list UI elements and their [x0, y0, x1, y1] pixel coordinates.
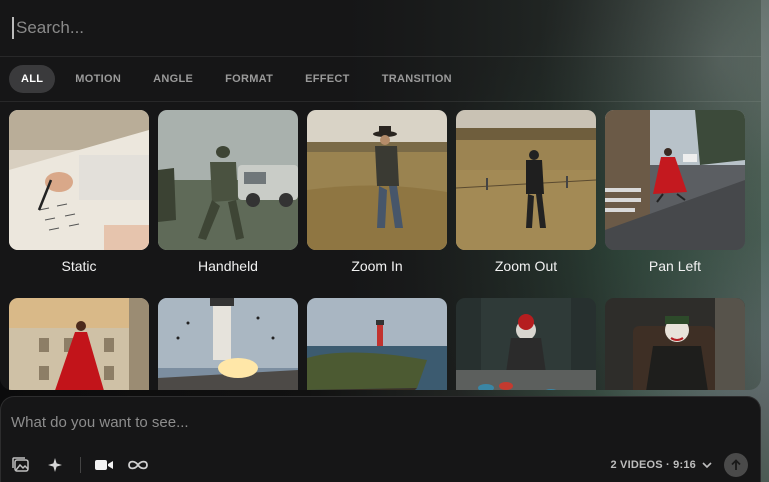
preset-card-handheld[interactable]: Handheld	[158, 110, 298, 274]
preset-thumbnail	[605, 110, 745, 250]
tab-transition[interactable]: TRANSITION	[370, 65, 464, 93]
preset-thumbnail	[456, 298, 596, 390]
tab-all[interactable]: ALL	[9, 65, 56, 93]
tab-format[interactable]: FORMAT	[213, 65, 285, 93]
tab-motion[interactable]: MOTION	[63, 65, 133, 93]
search-bar	[0, 0, 761, 57]
preset-card-pan-left[interactable]: Pan Left	[605, 110, 745, 274]
preset-card-row2-1[interactable]	[9, 298, 149, 390]
composer-actions: 2 VIDEOS · 9:16	[610, 453, 748, 477]
preset-label: Zoom Out	[494, 258, 558, 274]
preset-thumbnail	[9, 110, 149, 250]
preset-card-zoom-out[interactable]: Zoom Out	[456, 110, 596, 274]
generation-settings-dropdown[interactable]: 2 VIDEOS · 9:16	[610, 459, 712, 471]
preset-label: Handheld	[198, 258, 258, 274]
preset-label: Pan Left	[648, 258, 702, 274]
sparkle-icon[interactable]	[44, 454, 66, 476]
preset-card-row2-5[interactable]	[605, 298, 745, 390]
preset-card-row2-3[interactable]	[307, 298, 447, 390]
composer-toolbar	[10, 454, 161, 476]
search-input[interactable]	[12, 17, 618, 39]
prompt-composer: 2 VIDEOS · 9:16	[0, 396, 761, 482]
preset-thumbnail	[158, 110, 298, 250]
image-upload-icon[interactable]	[10, 454, 32, 476]
preset-thumbnail	[9, 298, 149, 390]
tab-angle[interactable]: ANGLE	[141, 65, 205, 93]
preset-label: Static	[61, 258, 97, 274]
chevron-down-icon	[702, 461, 712, 468]
preset-thumbnail	[605, 298, 745, 390]
generation-settings-label: 2 VIDEOS · 9:16	[610, 459, 696, 471]
preset-card-row2-4[interactable]	[456, 298, 596, 390]
preset-thumbnail	[307, 298, 447, 390]
preset-thumbnail	[456, 110, 596, 250]
send-button[interactable]	[724, 453, 748, 477]
preset-card-row2-2[interactable]	[158, 298, 298, 390]
preset-thumbnail	[158, 298, 298, 390]
infinity-loop-icon[interactable]	[127, 454, 149, 476]
preset-card-zoom-in[interactable]: Zoom In	[307, 110, 447, 274]
preset-browser-panel: ALL MOTION ANGLE FORMAT EFFECT TRANSITIO…	[0, 0, 761, 390]
arrow-up-icon	[731, 459, 741, 470]
category-tabs: ALL MOTION ANGLE FORMAT EFFECT TRANSITIO…	[0, 57, 761, 102]
video-camera-icon[interactable]	[93, 454, 115, 476]
preset-label: Zoom In	[351, 258, 403, 274]
prompt-input[interactable]	[9, 413, 713, 432]
toolbar-divider	[80, 457, 81, 473]
preset-card-static[interactable]: Static	[9, 110, 149, 274]
preset-thumbnail	[307, 110, 447, 250]
tab-effect[interactable]: EFFECT	[293, 65, 362, 93]
